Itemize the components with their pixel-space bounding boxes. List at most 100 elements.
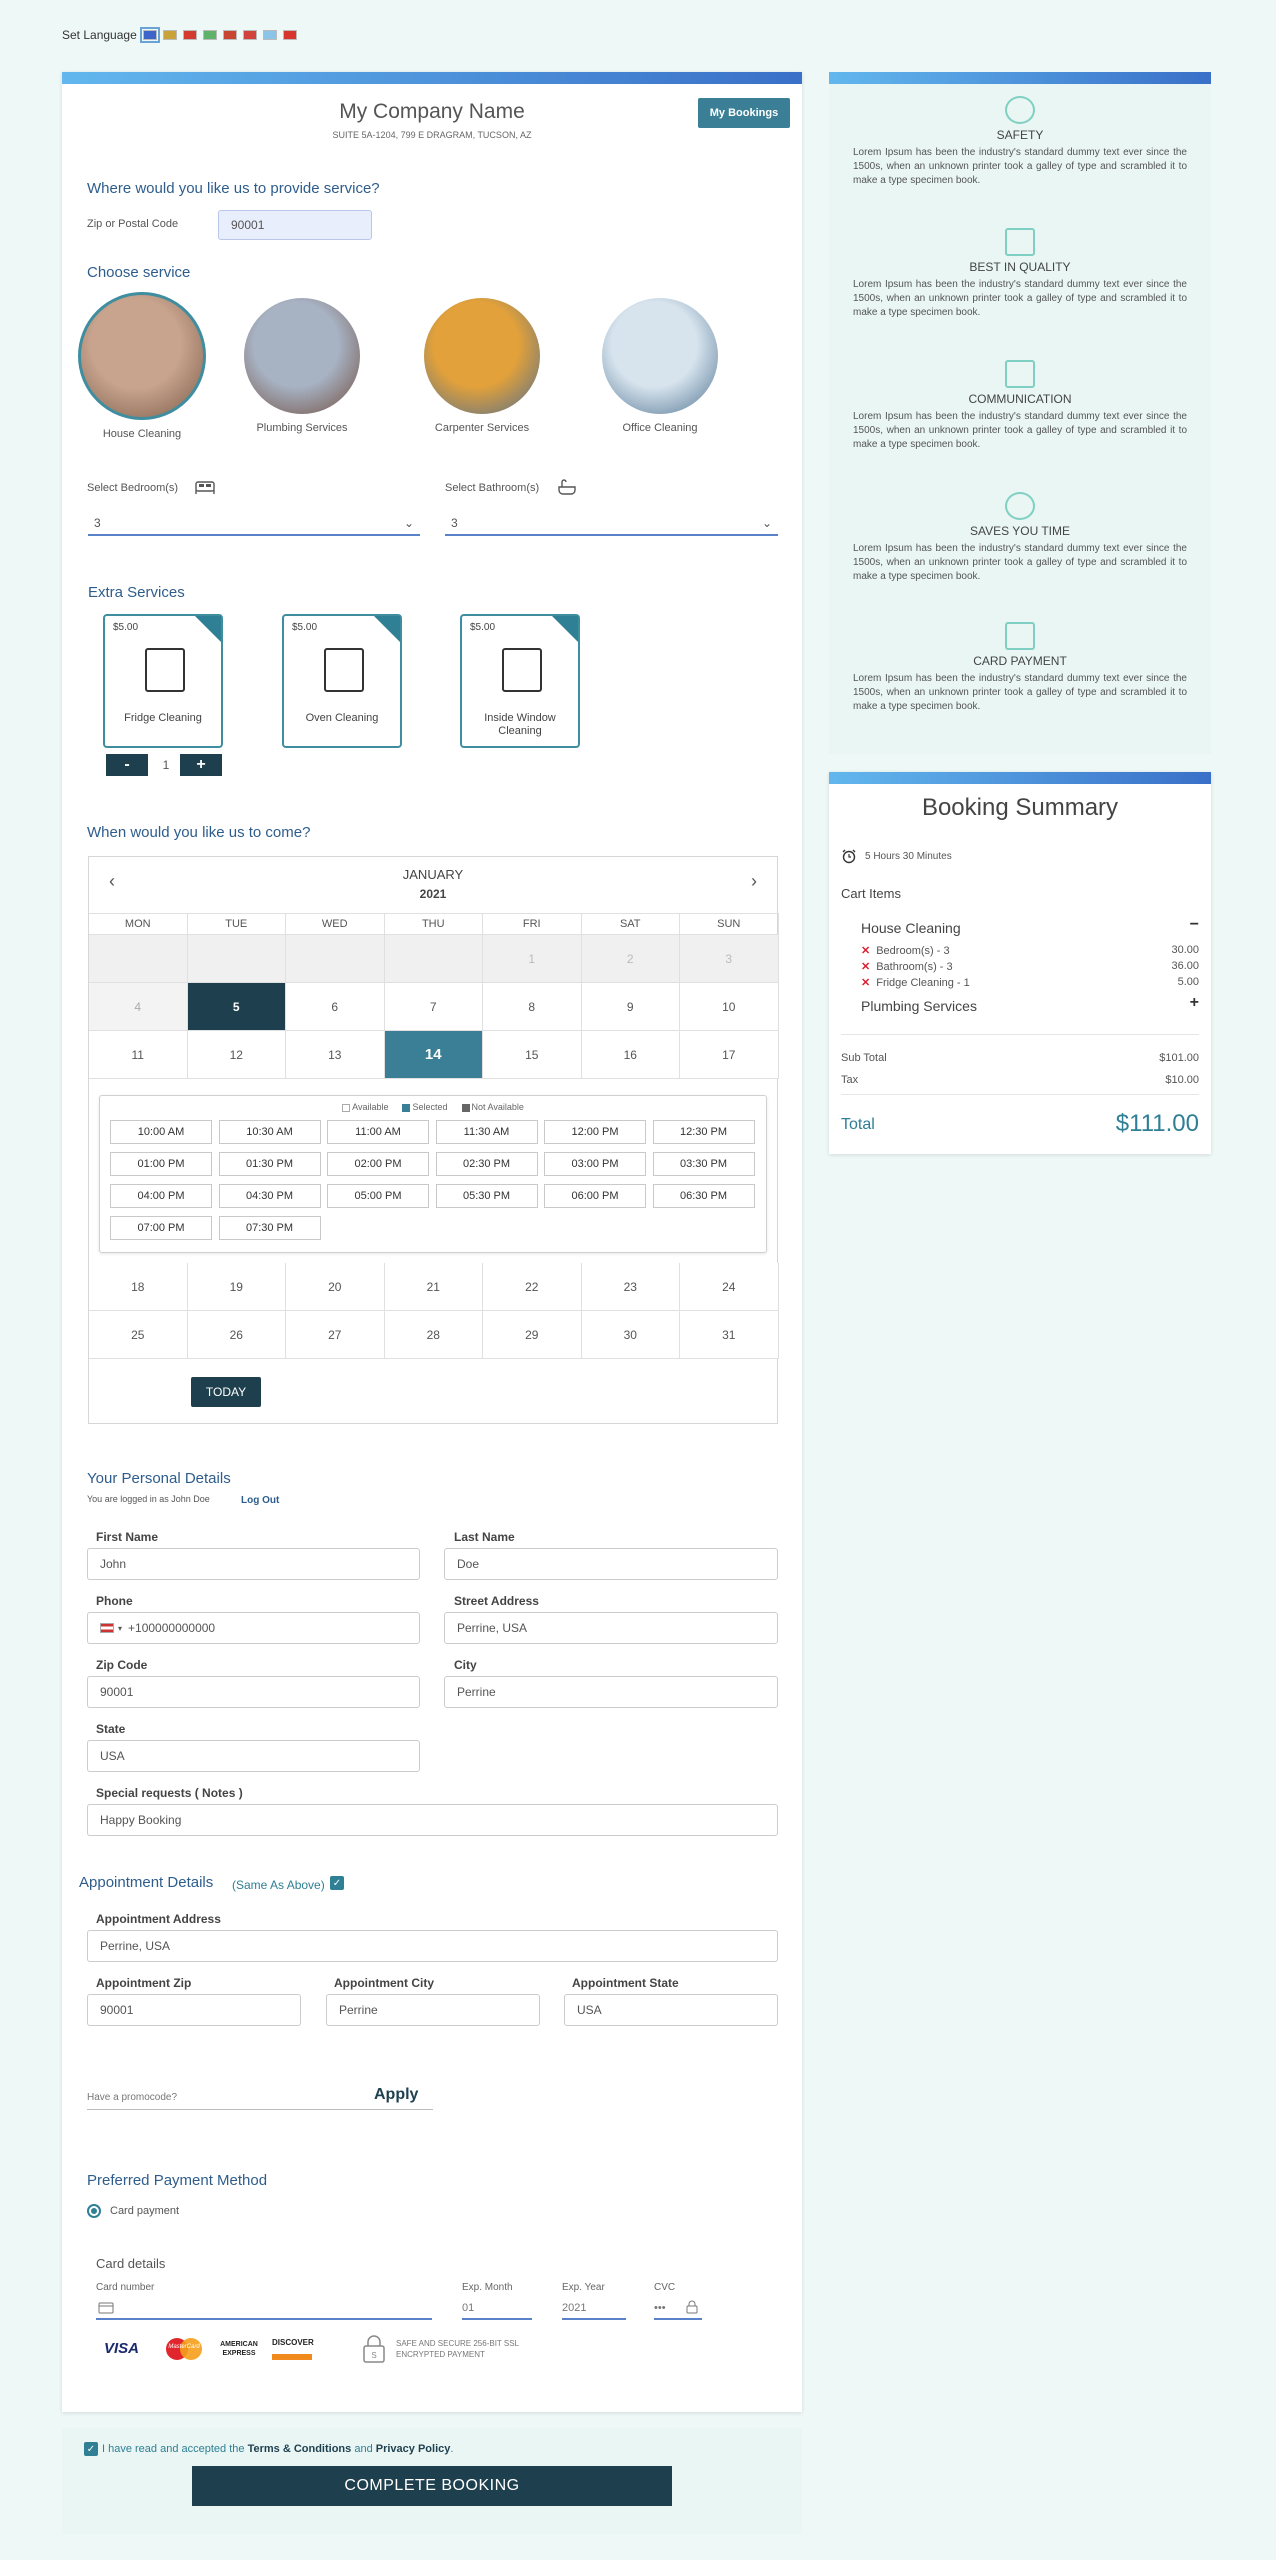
apply-button[interactable]: Apply bbox=[374, 2086, 418, 2104]
exp-year-input[interactable]: 2021 bbox=[562, 2298, 626, 2320]
state-input[interactable]: USA bbox=[87, 1740, 420, 1772]
first-name-input[interactable]: John bbox=[87, 1548, 420, 1580]
calendar-day[interactable]: 21 bbox=[384, 1263, 483, 1311]
calendar-day[interactable]: 19 bbox=[187, 1263, 286, 1311]
exp-month-input[interactable]: 01 bbox=[462, 2298, 532, 2320]
time-slot[interactable]: 06:30 PM bbox=[652, 1184, 755, 1208]
flag-es-icon[interactable] bbox=[182, 30, 197, 40]
calendar-day[interactable]: 30 bbox=[581, 1311, 680, 1359]
logout-link[interactable]: Log Out bbox=[241, 1495, 279, 1506]
time-slot[interactable]: 05:30 PM bbox=[435, 1184, 538, 1208]
calendar-day[interactable]: 11 bbox=[89, 1031, 188, 1079]
flag-ru-icon[interactable] bbox=[242, 30, 257, 40]
last-name-input[interactable]: Doe bbox=[444, 1548, 778, 1580]
us-flag-icon[interactable] bbox=[100, 1623, 114, 1633]
street-input[interactable]: Perrine, USA bbox=[444, 1612, 778, 1644]
calendar-day[interactable]: 15 bbox=[483, 1031, 582, 1079]
calendar-day[interactable]: 1 bbox=[483, 935, 582, 983]
calendar-day[interactable]: 18 bbox=[89, 1263, 188, 1311]
time-slot[interactable]: 02:00 PM bbox=[327, 1152, 429, 1176]
terms-link[interactable]: Terms & Conditions bbox=[248, 2443, 352, 2455]
service-office-cleaning-option[interactable] bbox=[602, 298, 718, 414]
terms-checkbox[interactable]: ✓ bbox=[84, 2442, 98, 2456]
zip-code-input[interactable]: 90001 bbox=[87, 1676, 420, 1708]
flag-ar-icon[interactable] bbox=[262, 30, 277, 40]
calendar-day[interactable]: 2 bbox=[581, 935, 680, 983]
appointment-state-input[interactable]: USA bbox=[564, 1994, 778, 2026]
calendar-day[interactable]: 14 bbox=[384, 1031, 483, 1079]
appointment-city-input[interactable]: Perrine bbox=[326, 1994, 540, 2026]
card-number-input[interactable] bbox=[96, 2298, 432, 2320]
calendar-day[interactable]: 13 bbox=[286, 1031, 385, 1079]
time-slot[interactable]: 02:30 PM bbox=[435, 1152, 538, 1176]
time-slot[interactable]: 10:00 AM bbox=[110, 1120, 212, 1144]
complete-booking-button[interactable]: COMPLETE BOOKING bbox=[192, 2466, 672, 2506]
time-slot[interactable]: 04:30 PM bbox=[218, 1184, 321, 1208]
flag-cn-icon[interactable] bbox=[282, 30, 297, 40]
calendar-day[interactable]: 24 bbox=[680, 1263, 779, 1311]
calendar-day[interactable]: 27 bbox=[286, 1311, 385, 1359]
time-slot[interactable]: 03:30 PM bbox=[652, 1152, 755, 1176]
collapse-icon[interactable]: − bbox=[1190, 916, 1199, 934]
calendar-day[interactable]: 26 bbox=[187, 1311, 286, 1359]
remove-item-icon[interactable]: ✕ bbox=[861, 977, 870, 989]
city-input[interactable]: Perrine bbox=[444, 1676, 778, 1708]
remove-item-icon[interactable]: ✕ bbox=[861, 945, 870, 957]
appointment-address-input[interactable]: Perrine, USA bbox=[87, 1930, 778, 1962]
extra-service-card[interactable]: $5.00 Inside Window Cleaning bbox=[460, 614, 580, 748]
time-slot[interactable]: 12:30 PM bbox=[652, 1120, 755, 1144]
calendar-day[interactable]: 25 bbox=[89, 1311, 188, 1359]
service-carpenter-services-option[interactable] bbox=[424, 298, 540, 414]
bathroom-select[interactable]: 3 ⌄ bbox=[445, 512, 778, 536]
time-slot[interactable]: 11:00 AM bbox=[327, 1120, 429, 1144]
extra-service-card[interactable]: $5.00 Oven Cleaning bbox=[282, 614, 402, 748]
phone-input[interactable]: ▾ +100000000000 bbox=[87, 1612, 420, 1644]
my-bookings-button[interactable]: My Bookings bbox=[698, 98, 790, 128]
calendar-day[interactable]: 22 bbox=[483, 1263, 582, 1311]
calendar-day[interactable]: 29 bbox=[483, 1311, 582, 1359]
today-button[interactable]: TODAY bbox=[191, 1377, 261, 1407]
service-house-cleaning-option[interactable] bbox=[78, 292, 206, 420]
flag-us-icon[interactable] bbox=[139, 27, 160, 43]
calendar-day[interactable]: 9 bbox=[581, 983, 680, 1031]
time-slot[interactable]: 01:30 PM bbox=[218, 1152, 321, 1176]
qty-minus-button[interactable]: - bbox=[106, 754, 148, 776]
service-plumbing-services-option[interactable] bbox=[244, 298, 360, 414]
calendar-day[interactable]: 8 bbox=[483, 983, 582, 1031]
calendar-day[interactable]: 5 bbox=[187, 983, 286, 1031]
bedroom-select[interactable]: 3 ⌄ bbox=[88, 512, 420, 536]
time-slot[interactable]: 01:00 PM bbox=[110, 1152, 212, 1176]
notes-textarea[interactable]: Happy Booking bbox=[87, 1804, 778, 1836]
time-slot[interactable]: 07:30 PM bbox=[218, 1216, 321, 1240]
appointment-zip-input[interactable]: 90001 bbox=[87, 1994, 301, 2026]
calendar-day[interactable]: 17 bbox=[680, 1031, 779, 1079]
calendar-day[interactable]: 28 bbox=[384, 1311, 483, 1359]
qty-plus-button[interactable]: + bbox=[180, 754, 222, 776]
time-slot[interactable]: 11:30 AM bbox=[435, 1120, 538, 1144]
time-slot[interactable]: 04:00 PM bbox=[110, 1184, 212, 1208]
calendar-day[interactable]: 23 bbox=[581, 1263, 680, 1311]
calendar-day[interactable]: 7 bbox=[384, 983, 483, 1031]
card-payment-radio[interactable] bbox=[87, 2204, 101, 2218]
calendar-day[interactable]: 3 bbox=[680, 935, 779, 983]
time-slot[interactable]: 07:00 PM bbox=[110, 1216, 212, 1240]
remove-item-icon[interactable]: ✕ bbox=[861, 961, 870, 973]
calendar-day[interactable]: 10 bbox=[680, 983, 779, 1031]
same-as-above-checkbox[interactable]: ✓ bbox=[330, 1876, 344, 1890]
calendar-day[interactable]: 6 bbox=[286, 983, 385, 1031]
flag-it-icon[interactable] bbox=[202, 30, 217, 40]
extra-service-card[interactable]: $5.00 Fridge Cleaning bbox=[103, 614, 223, 748]
calendar-day[interactable]: 16 bbox=[581, 1031, 680, 1079]
time-slot[interactable]: 06:00 PM bbox=[544, 1184, 646, 1208]
calendar-day[interactable]: 4 bbox=[89, 983, 188, 1031]
time-slot[interactable]: 03:00 PM bbox=[544, 1152, 646, 1176]
time-slot[interactable]: 05:00 PM bbox=[327, 1184, 429, 1208]
calendar-day[interactable]: 20 bbox=[286, 1263, 385, 1311]
zip-input[interactable]: 90001 bbox=[218, 210, 372, 240]
expand-icon[interactable]: + bbox=[1190, 994, 1199, 1012]
calendar-day[interactable]: 31 bbox=[680, 1311, 779, 1359]
privacy-link[interactable]: Privacy Policy bbox=[376, 2443, 451, 2455]
time-slot[interactable]: 10:30 AM bbox=[218, 1120, 321, 1144]
calendar-day[interactable]: 12 bbox=[187, 1031, 286, 1079]
flag-pt-icon[interactable] bbox=[222, 30, 237, 40]
